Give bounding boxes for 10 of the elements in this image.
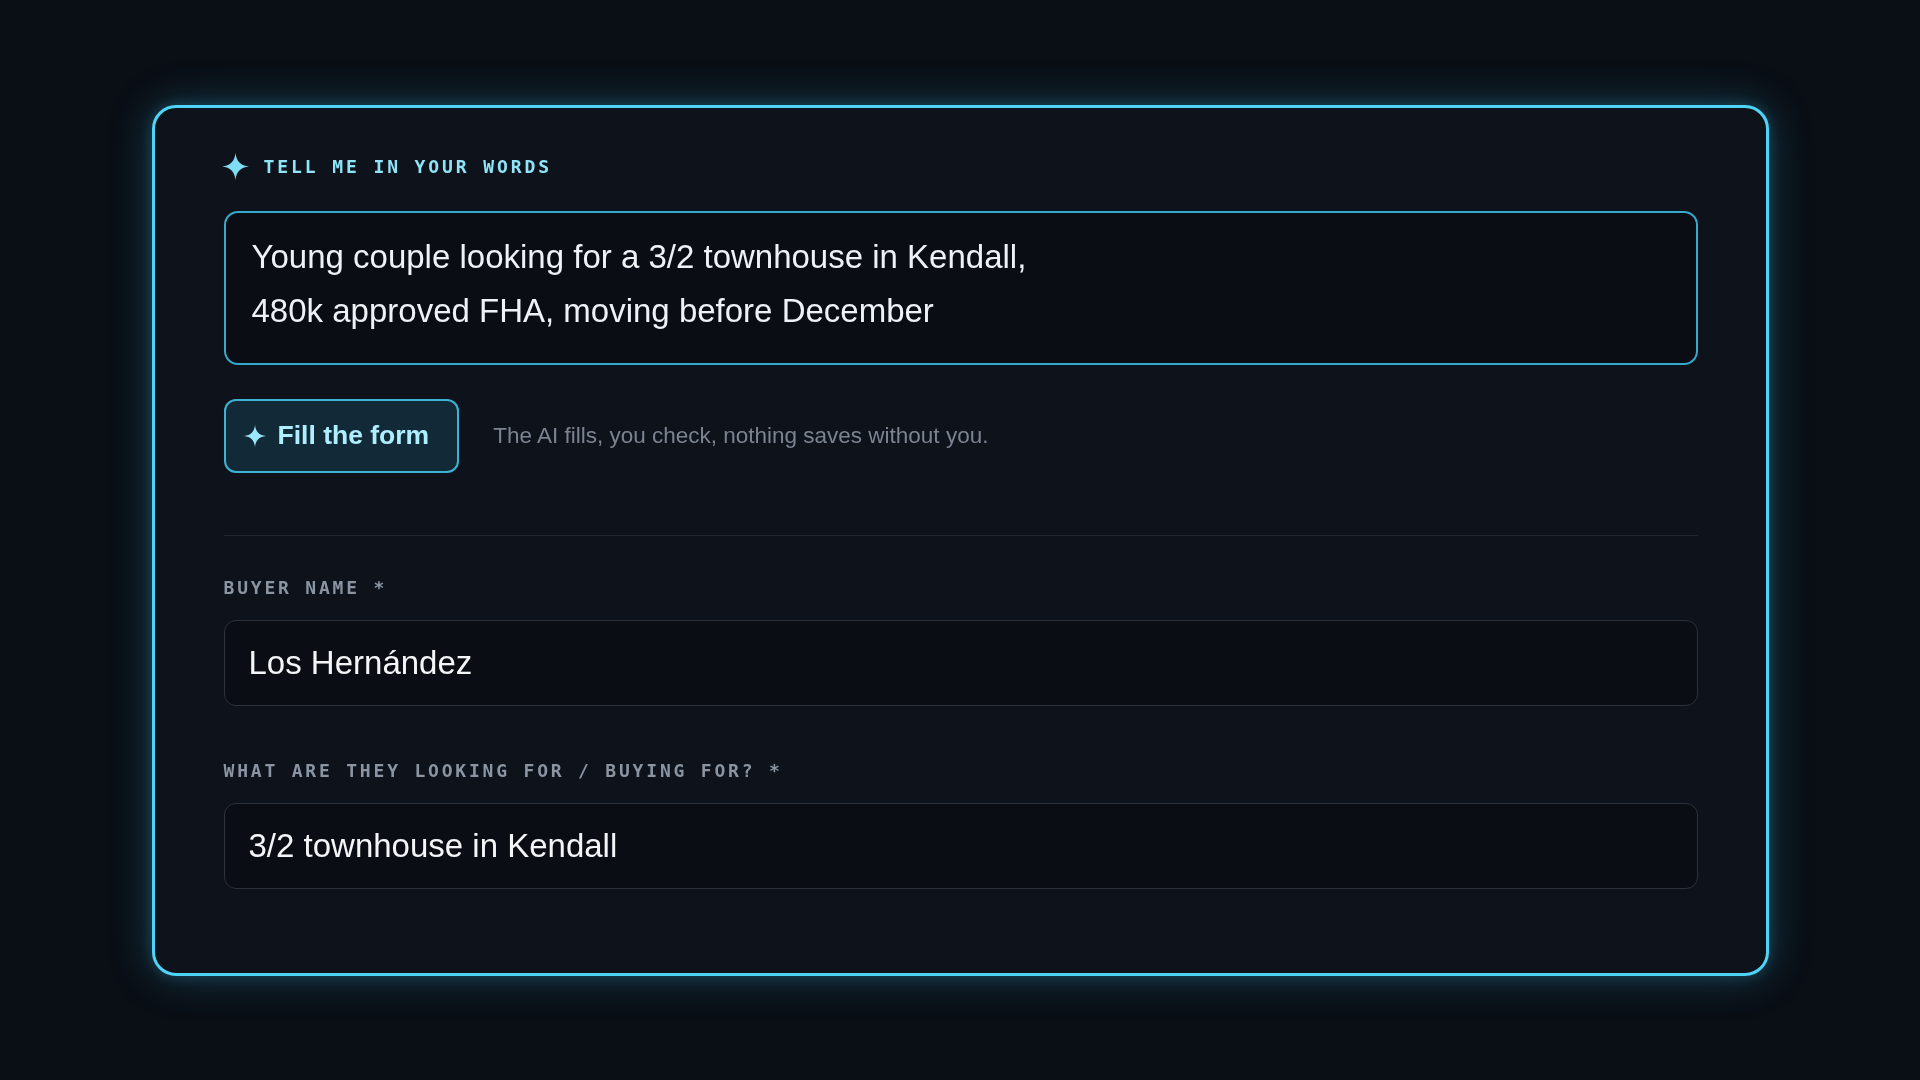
- section-heading: TELL ME IN YOUR WORDS: [263, 156, 552, 177]
- description-field[interactable]: Young couple looking for a 3/2 townhouse in Kendall, 480k approved FHA, moving before December: [223, 210, 1698, 365]
- field-label: WHAT ARE THEY LOOKING FOR / BUYING FOR? *: [223, 760, 783, 781]
- hint-text: The AI fills, you check, nothing saves without you.: [493, 422, 989, 449]
- text-field[interactable]: 3/2 townhouse in Kendall: [223, 802, 1698, 889]
- field-label: BUYER NAME *: [223, 577, 388, 598]
- text-field[interactable]: Los Hernández: [223, 619, 1698, 706]
- sparkle-icon: [221, 153, 249, 180]
- fill-form-button[interactable]: Fill the form: [223, 398, 460, 473]
- sparkle-icon: [243, 424, 266, 447]
